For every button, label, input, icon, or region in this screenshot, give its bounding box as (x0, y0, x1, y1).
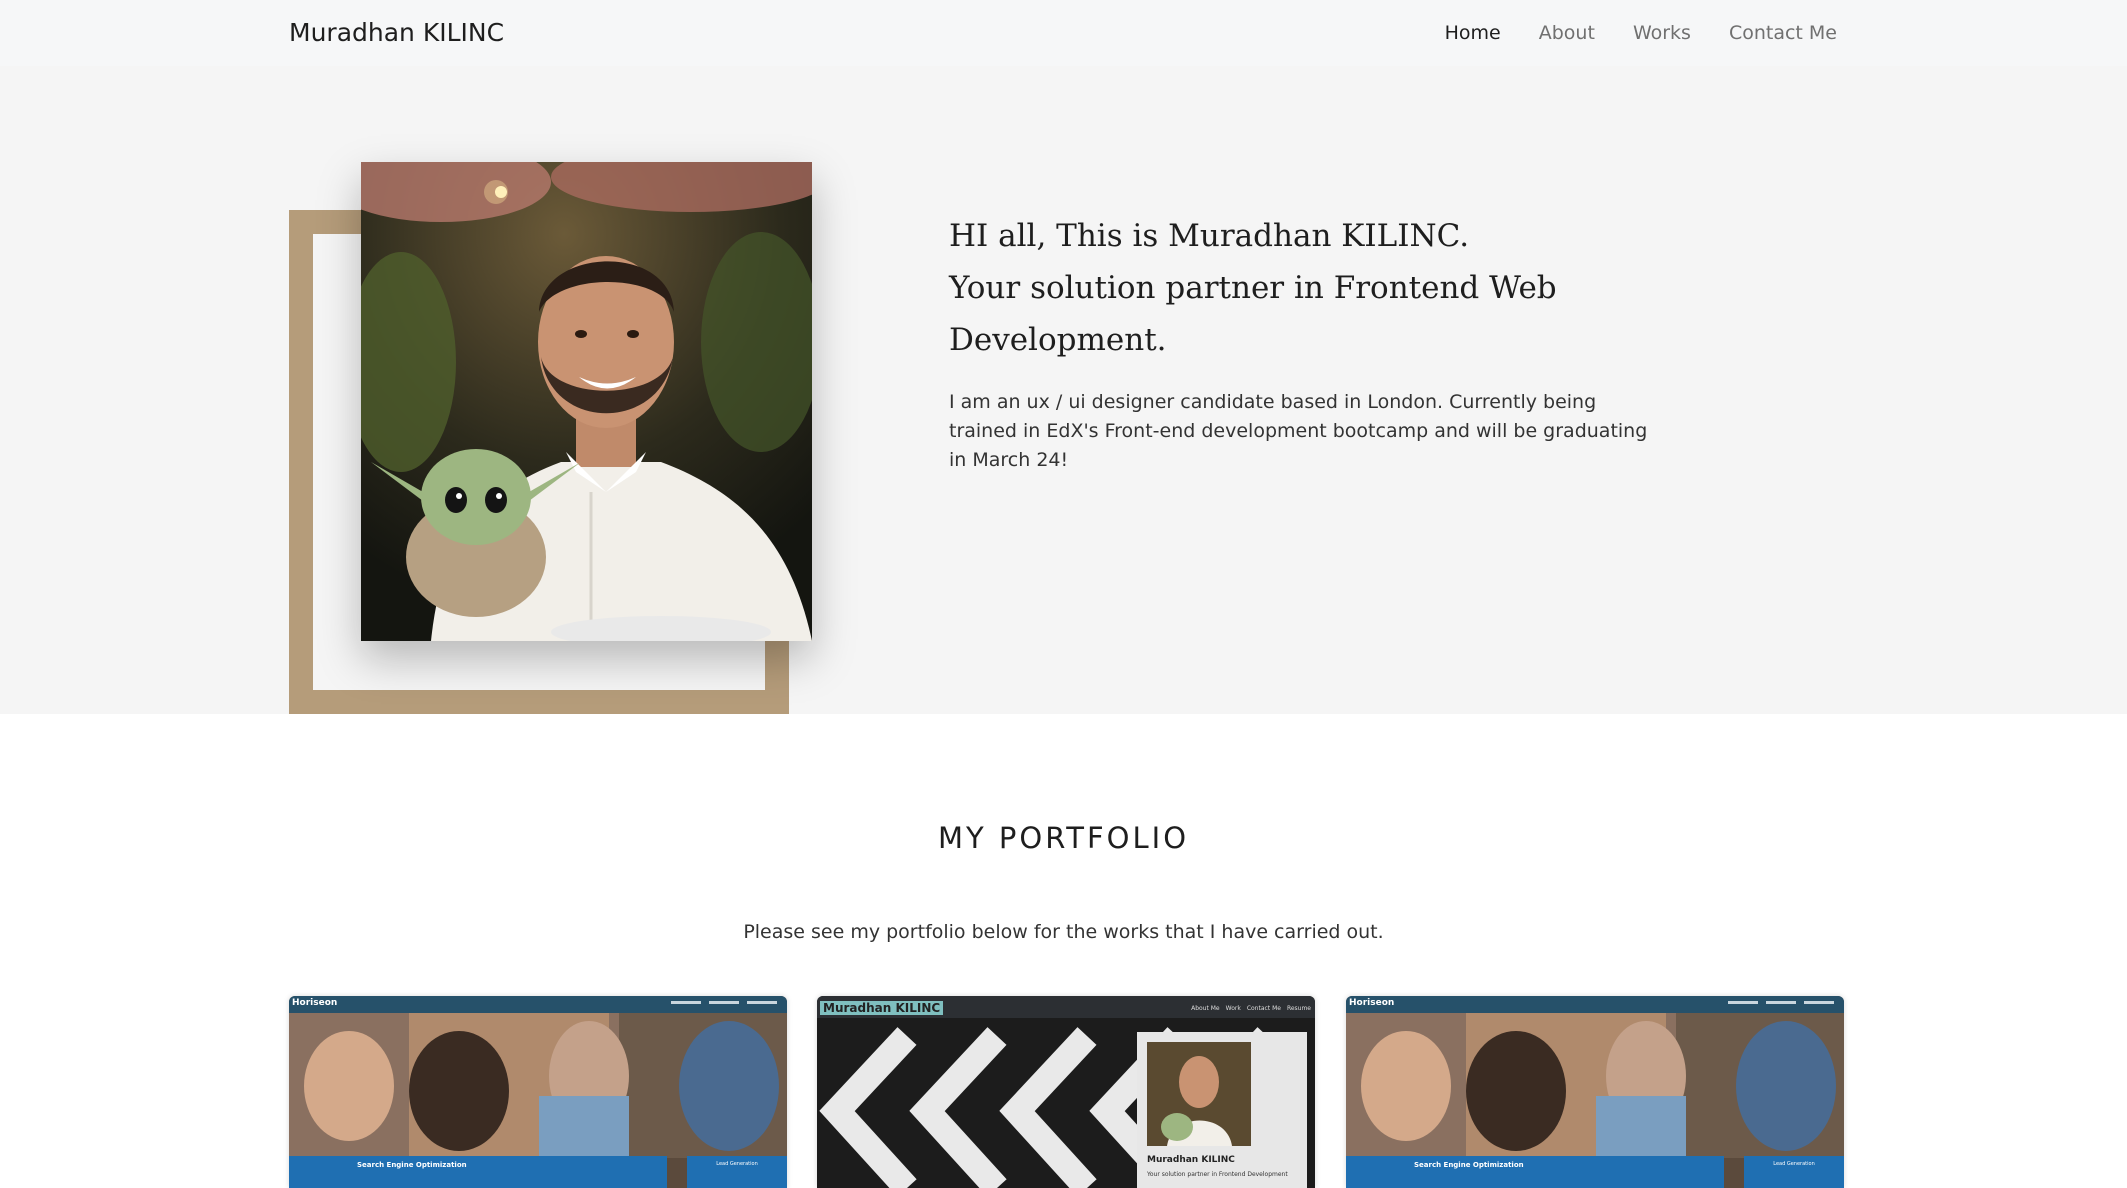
navbar: Muradhan KILINC Home About Works Contact… (0, 0, 2127, 66)
mockup-logo: Horiseon (292, 998, 338, 1008)
mockup-section-title: Search Engine Optimization (357, 1161, 467, 1169)
mockup-profile-name: Muradhan KILINC (1147, 1155, 1235, 1165)
hero-description: I am an ux / ui designer candidate based… (949, 391, 1648, 471)
portfolio-cards: Horiseon Search Engine Optimization Lead… (289, 996, 1845, 1188)
nav-link-about[interactable]: About (1539, 22, 1595, 44)
hero-title-line2: Your solution partner in Frontend Web De… (949, 270, 1557, 358)
mockup-profile-subtitle: Your solution partner in Frontend Develo… (1147, 1171, 1288, 1178)
mockup-content-panel: Search Engine Optimization (289, 1156, 667, 1188)
mockup-navbar: Horiseon (1346, 996, 1844, 1013)
nav-links: Home About Works Contact Me (1445, 22, 1837, 44)
brand-logo[interactable]: Muradhan KILINC (289, 18, 504, 47)
profile-photo-illustration (361, 162, 812, 641)
mockup-nav (671, 1001, 777, 1004)
mockup-side-title: Lead Generation (716, 1161, 758, 1167)
mockup-nav-item: Work (1225, 1005, 1241, 1012)
mockup-nav-item: Contact Me (1246, 1005, 1281, 1012)
portfolio-subtitle: Please see my portfolio below for the wo… (743, 921, 1384, 943)
nav-link-works[interactable]: Works (1633, 22, 1691, 44)
nav-link-home[interactable]: Home (1445, 22, 1501, 44)
mockup-logo: Horiseon (1349, 998, 1395, 1008)
mockup-nav: About Me Work Contact Me Resume (1191, 1005, 1311, 1012)
mockup-nav-item: About Me (1191, 1005, 1220, 1012)
mockup-side-panel: Lead Generation (1744, 1156, 1844, 1188)
hero-title-line1: HI all, This is Muradhan KILINC. (949, 218, 1470, 254)
profile-photo (361, 162, 812, 641)
portfolio-heading: MY PORTFOLIO (937, 821, 1190, 855)
mockup-side-title: Lead Generation (1773, 1161, 1815, 1167)
portfolio-card-horiseon-2[interactable]: Horiseon Search Engine Optimization Lead… (1346, 996, 1844, 1188)
mockup-profile-card: Muradhan KILINC Your solution partner in… (1137, 1032, 1307, 1188)
mockup-logo: Muradhan KILINC (820, 1001, 944, 1015)
portfolio-card-horiseon[interactable]: Horiseon Search Engine Optimization Lead… (289, 996, 787, 1188)
mockup-navbar: Muradhan KILINC About Me Work Contact Me… (817, 996, 1315, 1018)
mockup-nav-item: Resume (1286, 1005, 1311, 1012)
mockup-content-panel: Search Engine Optimization (1346, 1156, 1724, 1188)
mockup-navbar: Horiseon (289, 996, 787, 1013)
hero-title: HI all, This is Muradhan KILINC. Your so… (949, 210, 1729, 366)
nav-link-contact[interactable]: Contact Me (1729, 22, 1837, 44)
mockup-side-panel: Lead Generation (687, 1156, 787, 1188)
hero-text: HI all, This is Muradhan KILINC. Your so… (949, 210, 1729, 475)
mockup-profile-photo (1147, 1042, 1251, 1146)
mockup-section-title: Search Engine Optimization (1414, 1161, 1524, 1169)
mockup-nav (1728, 1001, 1834, 1004)
portfolio-card-personal-site[interactable]: Muradhan KILINC About Me Work Contact Me… (817, 996, 1315, 1188)
